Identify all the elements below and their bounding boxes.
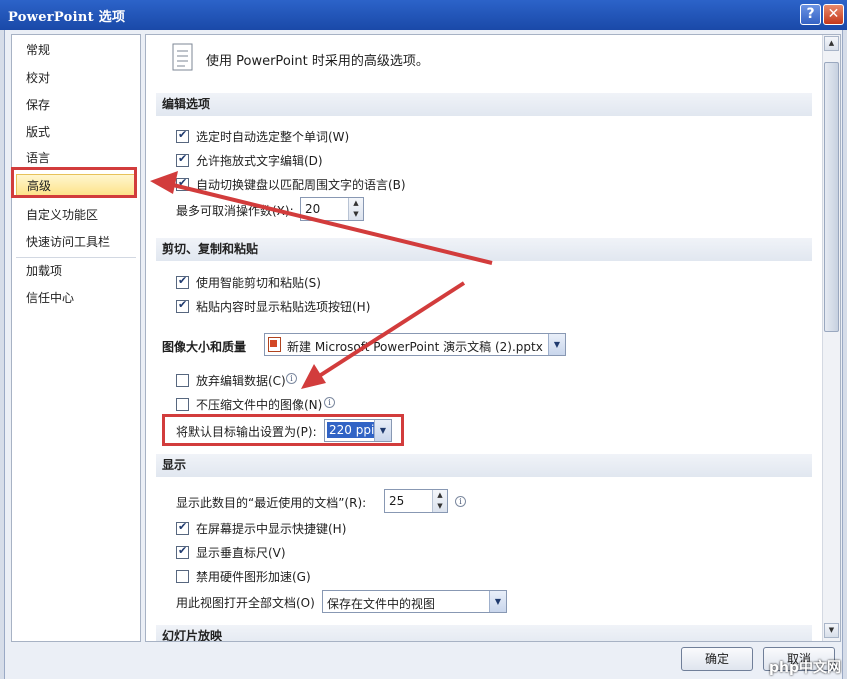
checkbox-disable-hw-acceleration[interactable]	[176, 570, 189, 583]
label-no-compress: 不压缩文件中的图像(N)	[196, 398, 323, 412]
chevron-down-icon[interactable]: ▼	[489, 591, 506, 612]
scroll-thumb[interactable]	[824, 62, 839, 332]
section-image-size-quality: 图像大小和质量	[162, 340, 247, 354]
image-file-dropdown[interactable]: 新建 Microsoft PowerPoint 演示文稿 (2).pptx ▼	[264, 333, 566, 356]
advanced-options-panel: 使用 PowerPoint 时采用的高级选项。 编辑选项 选定时自动选定整个单词…	[145, 34, 841, 642]
vertical-scrollbar[interactable]: ▲ ▼	[822, 35, 840, 641]
checkbox-auto-keyboard[interactable]	[176, 176, 189, 191]
watermark: php中文网	[768, 660, 841, 676]
section-display: 显示	[156, 454, 812, 477]
label-open-view: 用此视图打开全部文档(O)	[176, 596, 315, 610]
checkbox-no-compress[interactable]	[176, 398, 189, 411]
label-recent-documents: 显示此数目的“最近使用的文档”(R):	[176, 496, 367, 510]
label-undo-count: 最多可取消操作数(X):	[176, 204, 294, 218]
label-screentip-shortcuts: 在屏幕提示中显示快捷键(H)	[196, 522, 347, 536]
page-description: 使用 PowerPoint 时采用的高级选项。	[206, 54, 429, 69]
title-bar: PowerPoint 选项 ? ✕	[0, 0, 847, 30]
section-edit-options: 编辑选项	[156, 93, 812, 116]
info-icon: i	[286, 373, 297, 384]
scroll-down-icon[interactable]: ▼	[824, 623, 839, 638]
label-auto-keyboard: 自动切换键盘以匹配周围文字的语言(B)	[196, 178, 406, 192]
nav-item-layout[interactable]: 版式	[16, 121, 136, 143]
nav-divider	[16, 257, 136, 258]
pptx-file-icon	[268, 337, 281, 352]
spinner-arrows-icon[interactable]: ▲ ▼	[348, 198, 363, 220]
scroll-up-icon[interactable]: ▲	[824, 36, 839, 51]
label-smart-cut-paste: 使用智能剪切和粘贴(S)	[196, 276, 321, 290]
nav-item-save[interactable]: 保存	[16, 94, 136, 116]
label-discard-edit-data: 放弃编辑数据(C)	[196, 374, 286, 388]
nav-item-proofing[interactable]: 校对	[16, 67, 136, 89]
recent-documents-spinner[interactable]: 25 ▲ ▼	[384, 489, 448, 513]
options-nav: 常规 校对 保存 版式 语言 高级 自定义功能区 快速访问工具栏 加载项 信任中…	[11, 34, 141, 642]
window-title: PowerPoint 选项	[8, 10, 126, 25]
checkbox-smart-cut-paste[interactable]	[176, 274, 189, 289]
dialog-body: 常规 校对 保存 版式 语言 高级 自定义功能区 快速访问工具栏 加载项 信任中…	[4, 30, 843, 679]
info-icon: i	[455, 496, 466, 507]
options-page-icon	[172, 43, 193, 71]
label-drag-drop: 允许拖放式文字编辑(D)	[196, 154, 323, 168]
highlight-ppi-setting	[162, 414, 404, 446]
checkbox-paste-options[interactable]	[176, 298, 189, 313]
label-select-whole-word: 选定时自动选定整个单词(W)	[196, 130, 350, 144]
nav-item-customize-ribbon[interactable]: 自定义功能区	[16, 204, 136, 226]
nav-item-general[interactable]: 常规	[16, 39, 136, 61]
ok-button[interactable]: 确定	[681, 647, 753, 671]
nav-item-quick-access[interactable]: 快速访问工具栏	[16, 231, 136, 253]
help-button[interactable]: ?	[800, 4, 821, 25]
highlight-advanced	[11, 167, 137, 198]
checkbox-drag-drop[interactable]	[176, 152, 189, 167]
nav-item-language[interactable]: 语言	[16, 147, 136, 169]
open-view-dropdown[interactable]: 保存在文件中的视图 ▼	[322, 590, 507, 613]
open-view-value: 保存在文件中的视图	[327, 597, 436, 611]
undo-count-spinner[interactable]: 20 ▲ ▼	[300, 197, 364, 221]
label-paste-options: 粘贴内容时显示粘贴选项按钮(H)	[196, 300, 371, 314]
section-cut-copy-paste: 剪切、复制和粘贴	[156, 238, 812, 261]
chevron-down-icon[interactable]: ▼	[548, 334, 565, 355]
undo-count-value: 20	[305, 202, 321, 216]
section-slideshow: 幻灯片放映	[156, 625, 812, 641]
label-disable-hw-acceleration: 禁用硬件图形加速(G)	[196, 570, 311, 584]
nav-item-addins[interactable]: 加载项	[16, 260, 136, 282]
checkbox-vertical-ruler[interactable]	[176, 544, 189, 559]
recent-documents-value: 25	[389, 494, 405, 508]
spinner-arrows-icon[interactable]: ▲ ▼	[432, 490, 447, 512]
image-file-value: 新建 Microsoft PowerPoint 演示文稿 (2).pptx	[287, 340, 543, 354]
checkbox-discard-edit-data[interactable]	[176, 374, 189, 387]
checkbox-screentip-shortcuts[interactable]	[176, 520, 189, 535]
nav-item-trust-center[interactable]: 信任中心	[16, 287, 136, 309]
label-vertical-ruler: 显示垂直标尺(V)	[196, 546, 286, 560]
checkbox-select-whole-word[interactable]	[176, 128, 189, 143]
close-button[interactable]: ✕	[823, 4, 844, 25]
info-icon: i	[324, 397, 335, 408]
